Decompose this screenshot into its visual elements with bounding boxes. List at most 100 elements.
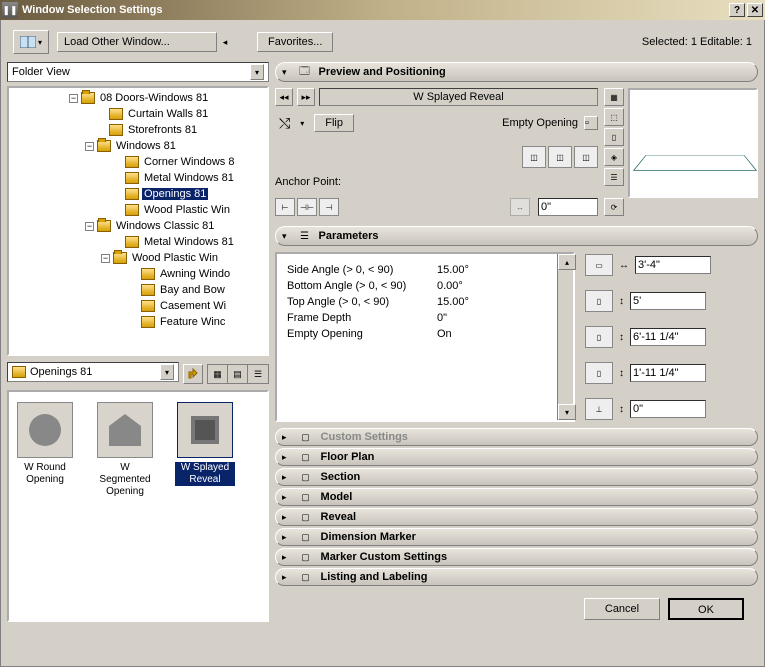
param-value[interactable]: 0.00° [437,280,463,292]
tree-toggle[interactable]: − [101,254,110,263]
subfolder-combo[interactable]: Openings 81 ▾ [7,362,179,382]
tree-toggle[interactable]: − [85,142,94,151]
title-bar: ❚❚ Window Selection Settings ? ✕ [0,0,765,20]
folder-icon [125,172,139,184]
height-field[interactable]: 5' [630,292,706,310]
tree-label[interactable]: Windows Classic 81 [114,220,216,232]
tree-label[interactable]: Casement Wi [158,300,228,312]
close-button[interactable]: ✕ [747,3,763,17]
empty-opening-toggle[interactable]: ▫ [584,116,598,130]
next-item-button[interactable]: ▸▸ [297,88,315,106]
tree-label[interactable]: Metal Windows 81 [142,236,236,248]
preview-tool-text[interactable]: ☰ [604,168,624,186]
cancel-button[interactable]: Cancel [584,598,660,620]
preview-tools: ▦ ⬚ ▯ ◈ ☰ ⟳ [604,88,624,216]
expand-triangle-icon: ▸ [282,572,287,583]
thumbnail-preview [177,402,233,458]
tree-toggle[interactable]: − [69,94,78,103]
folder-view-combo[interactable]: Folder View ▾ [7,62,269,82]
param-name: Empty Opening [287,328,437,340]
thumbnail-item[interactable]: W Splayed Reveal [175,402,235,498]
tree-toggle[interactable]: − [85,222,94,231]
preview-tool-axo[interactable]: ◈ [604,148,624,166]
anchor-center-icon[interactable]: ⊣⊢ [297,198,317,216]
right-pane: ▾ 🗔 Preview and Positioning ◂◂ ▸▸ W Spla… [275,62,758,622]
tree-label[interactable]: Metal Windows 81 [142,172,236,184]
tree-label[interactable]: Bay and Bow [158,284,227,296]
library-type-dropdown[interactable] [13,30,49,54]
view-list[interactable]: ☰ [248,365,268,383]
section-row-floor-plan[interactable]: ▸▢Floor Plan [275,448,758,466]
wall-type-icon-2[interactable]: ◫ [548,146,572,168]
up-folder-button[interactable] [183,364,203,384]
section-row-listing-and-labeling[interactable]: ▸▢Listing and Labeling [275,568,758,586]
folder-icon [125,188,139,200]
folder-icon [141,268,155,280]
section-row-dimension-marker[interactable]: ▸▢Dimension Marker [275,528,758,546]
subfloor-field[interactable]: 0" [630,400,706,418]
section-row-custom-settings[interactable]: ▸▢Custom Settings [275,428,758,446]
section-row-model[interactable]: ▸▢Model [275,488,758,506]
tree-label[interactable]: Feature Winc [158,316,227,328]
tree-label[interactable]: Awning Windo [158,268,232,280]
wall-type-icon-3[interactable]: ◫ [574,146,598,168]
flip-icon: ⤭ [279,115,290,132]
preview-rotate-button[interactable]: ⟳ [604,198,624,216]
tree-label[interactable]: Wood Plastic Win [142,204,232,216]
section-title: Section [321,471,361,483]
width-icon: ▭ [585,254,613,276]
header-field[interactable]: 6'-11 1/4" [630,328,706,346]
view-large-icons[interactable]: ▦ [208,365,228,383]
param-name: Side Angle (> 0, < 90) [287,264,437,276]
favorites-button[interactable]: Favorites... [257,32,333,52]
folder-tree[interactable]: − 08 Doors-Windows 81 − Curtain Walls 81… [7,86,269,356]
section-row-section[interactable]: ▸▢Section [275,468,758,486]
param-name: Top Angle (> 0, < 90) [287,296,437,308]
app-icon: ❚❚ [2,2,18,18]
prev-item-button[interactable]: ◂◂ [275,88,293,106]
recent-arrow[interactable]: ◂ [221,30,229,54]
tree-label[interactable]: Wood Plastic Win [130,252,220,264]
tree-label[interactable]: Curtain Walls 81 [126,108,210,120]
tree-label[interactable]: Corner Windows 8 [142,156,236,168]
thumbnail-area[interactable]: W Round Opening W Segmented Opening W Sp… [7,390,269,622]
view-small-icons[interactable]: ▤ [228,365,248,383]
flip-button[interactable]: Flip [314,114,354,132]
parameter-scrollbar[interactable] [557,254,573,420]
parameter-list[interactable]: Side Angle (> 0, < 90)15.00° Bottom Angl… [275,252,575,422]
section-title: Model [321,491,353,503]
load-other-button[interactable]: Load Other Window... [57,32,217,52]
preview-tool-3d[interactable]: ⬚ [604,108,624,126]
ok-button[interactable]: OK [668,598,744,620]
tree-label[interactable]: Windows 81 [114,140,178,152]
section-parameters-header[interactable]: ▾ ☰ Parameters [275,226,758,246]
anchor-dim-field[interactable]: 0" [538,198,598,216]
wall-type-icon-1[interactable]: ◫ [522,146,546,168]
anchor-dim-icon[interactable]: ↔ [510,198,530,216]
anchor-right-icon[interactable]: ⊣ [319,198,339,216]
section-title: Preview and Positioning [319,66,446,78]
param-value[interactable]: 15.00° [437,296,469,308]
section-title: Floor Plan [321,451,375,463]
param-value[interactable]: 0" [437,312,447,324]
tree-label-selected[interactable]: Openings 81 [142,188,208,200]
anchor-left-icon[interactable]: ⊢ [275,198,295,216]
tree-label[interactable]: Storefronts 81 [126,124,199,136]
width-field[interactable]: 3'-4" [635,256,711,274]
folder-icon [125,156,139,168]
preview-icon: 🗔 [297,64,313,80]
sill-field[interactable]: 1'-11 1/4" [630,364,706,382]
param-value[interactable]: 15.00° [437,264,469,276]
preview-tool-2d[interactable]: ▦ [604,88,624,106]
param-value[interactable]: On [437,328,452,340]
section-preview-header[interactable]: ▾ 🗔 Preview and Positioning [275,62,758,82]
help-button[interactable]: ? [729,3,745,17]
section-row-reveal[interactable]: ▸▢Reveal [275,508,758,526]
section-row-marker-custom-settings[interactable]: ▸▢Marker Custom Settings [275,548,758,566]
section-icon: ▢ [297,570,315,584]
preview-tool-elev[interactable]: ▯ [604,128,624,146]
thumbnail-item[interactable]: W Segmented Opening [95,402,155,498]
thumbnail-item[interactable]: W Round Opening [15,402,75,498]
tree-label[interactable]: 08 Doors-Windows 81 [98,92,210,104]
expand-triangle-icon: ▸ [282,492,287,503]
